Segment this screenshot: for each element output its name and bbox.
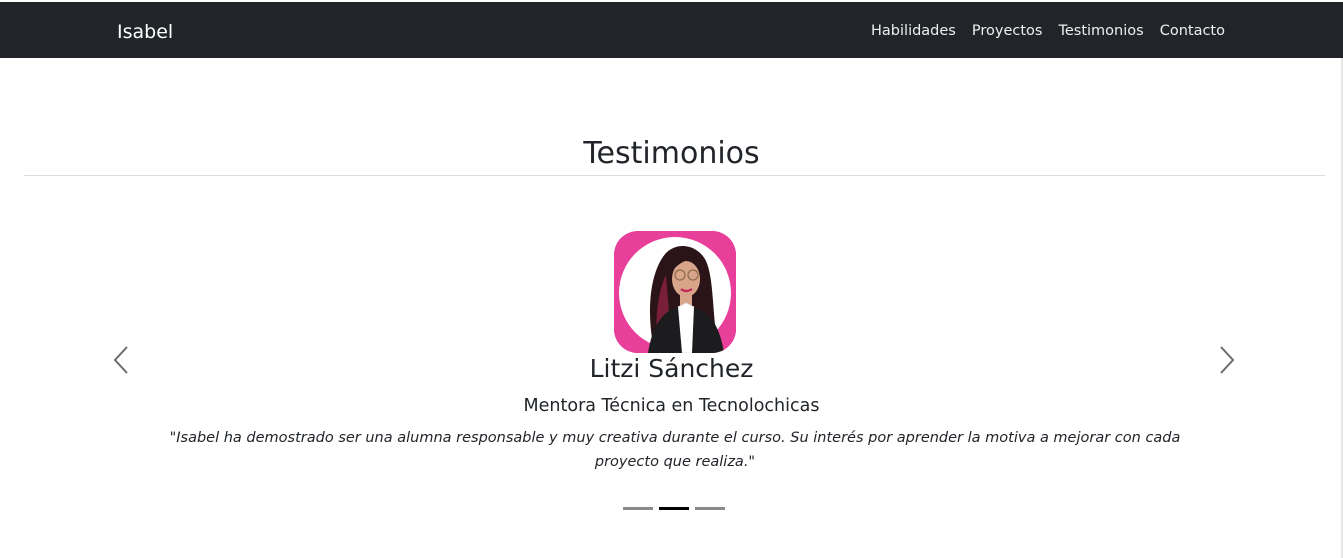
testimonial-quote: "Isabel ha demostrado ser una alumna res…	[169, 430, 1181, 470]
section-divider	[24, 175, 1325, 176]
carousel-next-button[interactable]	[1212, 343, 1242, 377]
navbar-brand[interactable]: Isabel	[117, 2, 173, 58]
chevron-right-icon	[1220, 346, 1235, 374]
testimonial-name: Litzi Sánchez	[589, 354, 754, 383]
nav-link-contacto[interactable]: Contacto	[1160, 2, 1225, 58]
testimonial-avatar	[614, 231, 736, 353]
nav-links: Habilidades Proyectos Testimonios Contac…	[871, 2, 1225, 58]
section-title: Testimonios	[583, 136, 760, 171]
chevron-left-icon	[113, 346, 128, 374]
carousel-indicator-3[interactable]	[695, 507, 725, 510]
carousel-indicator-2[interactable]	[659, 507, 689, 510]
testimonial-role: Mentora Técnica en Tecnolochicas	[523, 396, 820, 416]
carousel-indicator-1[interactable]	[623, 507, 653, 510]
carousel-prev-button[interactable]	[107, 343, 137, 377]
nav-link-proyectos[interactable]: Proyectos	[972, 2, 1043, 58]
nav-link-testimonios[interactable]: Testimonios	[1058, 2, 1143, 58]
nav-link-habilidades[interactable]: Habilidades	[871, 2, 956, 58]
carousel-indicators	[623, 507, 725, 510]
navbar: Isabel Habilidades Proyectos Testimonios…	[0, 2, 1343, 58]
